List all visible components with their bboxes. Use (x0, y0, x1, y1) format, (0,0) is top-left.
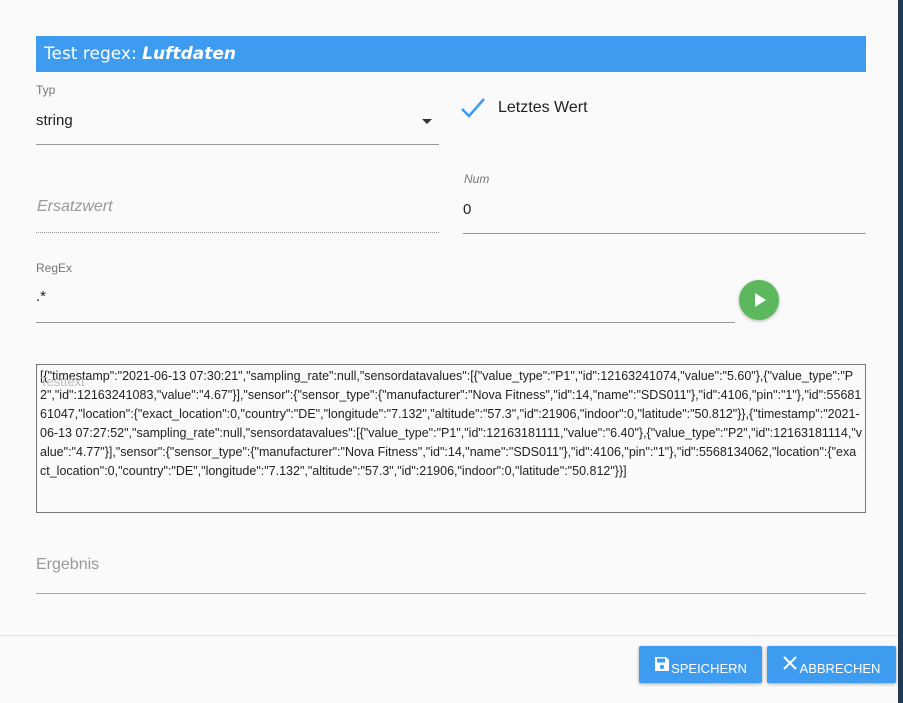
ersatzwert-input[interactable]: Ersatzwert (36, 190, 439, 234)
num-value: 0 (463, 201, 472, 218)
footer-divider (0, 635, 898, 636)
num-label: Num (464, 172, 490, 186)
dialog-title: Test regex: Luftdaten (36, 36, 866, 72)
last-value-label: Letztes Wert (498, 99, 588, 116)
ersatzwert-placeholder: Ersatzwert (37, 198, 113, 215)
typ-value: string (36, 112, 73, 129)
save-label: SPEICHERN (671, 661, 747, 676)
title-prefix: Test regex: (44, 44, 143, 64)
typ-label: Typ (36, 83, 56, 97)
ergebnis-placeholder: Ergebnis (36, 556, 100, 573)
testtext-label: Testtext (40, 374, 85, 389)
checkmark-icon (461, 98, 485, 118)
play-icon (755, 293, 766, 307)
cancel-button[interactable]: ABBRECHEN (767, 646, 896, 683)
test-regex-dialog: Test regex: Luftdaten Typ string Letztes… (0, 0, 898, 703)
regex-input[interactable]: .* (36, 283, 735, 323)
cancel-label: ABBRECHEN (799, 661, 881, 676)
regex-label: RegEx (36, 261, 73, 275)
num-input[interactable]: 0 (463, 195, 866, 234)
save-icon (655, 657, 670, 671)
testtext-textarea[interactable]: [{"timestamp":"2021-06-13 07:30:21","sam… (36, 364, 866, 513)
close-icon (782, 656, 797, 670)
typ-select[interactable]: string (36, 105, 439, 145)
title-name: Luftdaten (142, 44, 236, 64)
regex-value: .* (36, 288, 47, 305)
save-button[interactable]: SPEICHERN (639, 646, 762, 683)
run-regex-button[interactable] (739, 280, 779, 320)
last-value-checkbox[interactable]: Letztes Wert (460, 95, 610, 123)
ergebnis-input[interactable]: Ergebnis (36, 550, 866, 594)
dropdown-arrow-icon (422, 119, 432, 124)
